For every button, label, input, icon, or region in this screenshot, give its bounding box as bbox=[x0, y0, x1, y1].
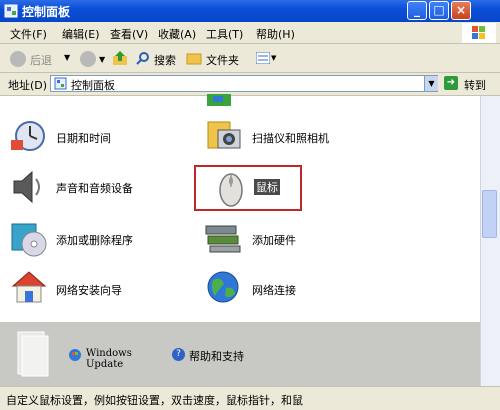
go-label[interactable]: 转到 bbox=[464, 77, 486, 93]
menu-file[interactable]: 文件(F) bbox=[10, 26, 47, 42]
status-bar: 自定义鼠标设置，例如按钮设置，双击速度，鼠标指针，和鼠 bbox=[0, 386, 500, 410]
scanner-camera-icon bbox=[207, 121, 241, 149]
control-panel-icon bbox=[4, 4, 18, 18]
chevron-down-icon: ▼ bbox=[99, 55, 106, 64]
maximize-button[interactable]: □ bbox=[429, 1, 449, 20]
item-scanners-cameras[interactable]: 扫描仪和照相机 bbox=[202, 114, 372, 156]
windows-logo-icon bbox=[462, 23, 496, 43]
windows-update-label: Windows Update bbox=[86, 348, 132, 370]
back-button[interactable]: 后退 ▼ bbox=[6, 50, 90, 68]
address-bar: 地址(D) 控制面板 ▼ ➜ 转到 bbox=[0, 73, 500, 96]
forward-button[interactable] bbox=[80, 51, 96, 67]
minimize-button[interactable]: _ bbox=[407, 1, 427, 20]
views-button[interactable]: ▼ bbox=[256, 50, 276, 68]
window-title: 控制面板 bbox=[22, 5, 71, 19]
speaker-icon bbox=[13, 170, 40, 204]
item-label: 网络连接 bbox=[252, 284, 296, 297]
windows-update-link[interactable]: Windows Update bbox=[68, 348, 168, 370]
go-arrow-icon[interactable]: ➜ bbox=[444, 76, 458, 90]
help-icon: ? bbox=[172, 348, 185, 361]
close-button[interactable]: × bbox=[451, 1, 471, 20]
folders-button[interactable]: 文件夹 bbox=[186, 50, 246, 68]
document-stack-icon bbox=[17, 331, 49, 377]
item-sounds-audio[interactable]: 声音和音频设备 bbox=[6, 166, 176, 208]
search-button[interactable]: 搜索 bbox=[136, 50, 184, 68]
cd-box-icon bbox=[11, 223, 47, 257]
views-icon bbox=[256, 52, 270, 64]
address-input[interactable]: 控制面板 bbox=[50, 75, 438, 92]
help-support-link[interactable]: ? 帮助和支持 bbox=[172, 347, 252, 363]
vertical-scrollbar[interactable] bbox=[480, 96, 500, 386]
back-arrow-icon bbox=[10, 51, 26, 67]
item-label: 声音和音频设备 bbox=[56, 182, 133, 195]
menu-edit[interactable]: 编辑(E) bbox=[62, 26, 100, 42]
item-add-hardware[interactable]: 添加硬件 bbox=[202, 218, 372, 260]
status-text: 自定义鼠标设置，例如按钮设置，双击速度，鼠标指针，和鼠 bbox=[6, 394, 303, 407]
title-bar[interactable]: 控制面板 _ □ × bbox=[0, 0, 500, 22]
back-label: 后退 bbox=[30, 54, 52, 67]
item-label: 扫描仪和照相机 bbox=[252, 132, 329, 145]
search-label: 搜索 bbox=[154, 54, 176, 67]
partial-item-icon bbox=[207, 94, 231, 106]
item-network-setup-wizard[interactable]: 网络安装向导 bbox=[6, 266, 176, 308]
item-label: 添加或删除程序 bbox=[56, 234, 133, 247]
item-label: 添加硬件 bbox=[252, 234, 296, 247]
control-panel-icon bbox=[54, 77, 67, 90]
address-dropdown-button[interactable]: ▼ bbox=[424, 76, 438, 91]
folders-label: 文件夹 bbox=[206, 54, 239, 67]
menu-view[interactable]: 查看(V) bbox=[110, 26, 148, 42]
search-icon bbox=[136, 52, 149, 65]
help-support-label: 帮助和支持 bbox=[189, 350, 244, 363]
up-folder-icon[interactable] bbox=[112, 50, 128, 66]
clock-icon bbox=[11, 121, 45, 151]
item-label: 网络安装向导 bbox=[56, 284, 122, 297]
address-value: 控制面板 bbox=[71, 79, 115, 92]
see-also-panel: Windows Update ? 帮助和支持 bbox=[0, 322, 480, 386]
scrollbar-thumb[interactable] bbox=[482, 190, 497, 238]
house-icon bbox=[11, 271, 47, 303]
item-date-time[interactable]: 日期和时间 bbox=[6, 116, 176, 156]
item-add-remove-programs[interactable]: 添加或删除程序 bbox=[6, 218, 176, 260]
item-network-connections[interactable]: 网络连接 bbox=[202, 266, 372, 308]
menu-favorites[interactable]: 收藏(A) bbox=[158, 26, 196, 42]
chevron-down-icon: ▼ bbox=[64, 53, 71, 62]
globe-icon bbox=[207, 271, 239, 303]
folder-icon bbox=[186, 53, 202, 65]
item-label: 日期和时间 bbox=[56, 132, 111, 145]
toolbar: 后退 ▼ ▼ 搜索 文件夹 ▼ bbox=[0, 44, 500, 73]
menu-help[interactable]: 帮助(H) bbox=[256, 26, 295, 42]
menu-tools[interactable]: 工具(T) bbox=[206, 26, 243, 42]
menu-bar: 文件(F) 编辑(E) 查看(V) 收藏(A) 工具(T) 帮助(H) bbox=[0, 22, 500, 44]
address-label: 地址(D) bbox=[8, 79, 48, 92]
chevron-down-icon: ▼ bbox=[271, 54, 277, 62]
windows-update-icon bbox=[69, 349, 81, 361]
hardware-icon bbox=[205, 225, 241, 253]
highlight-box bbox=[194, 165, 302, 211]
